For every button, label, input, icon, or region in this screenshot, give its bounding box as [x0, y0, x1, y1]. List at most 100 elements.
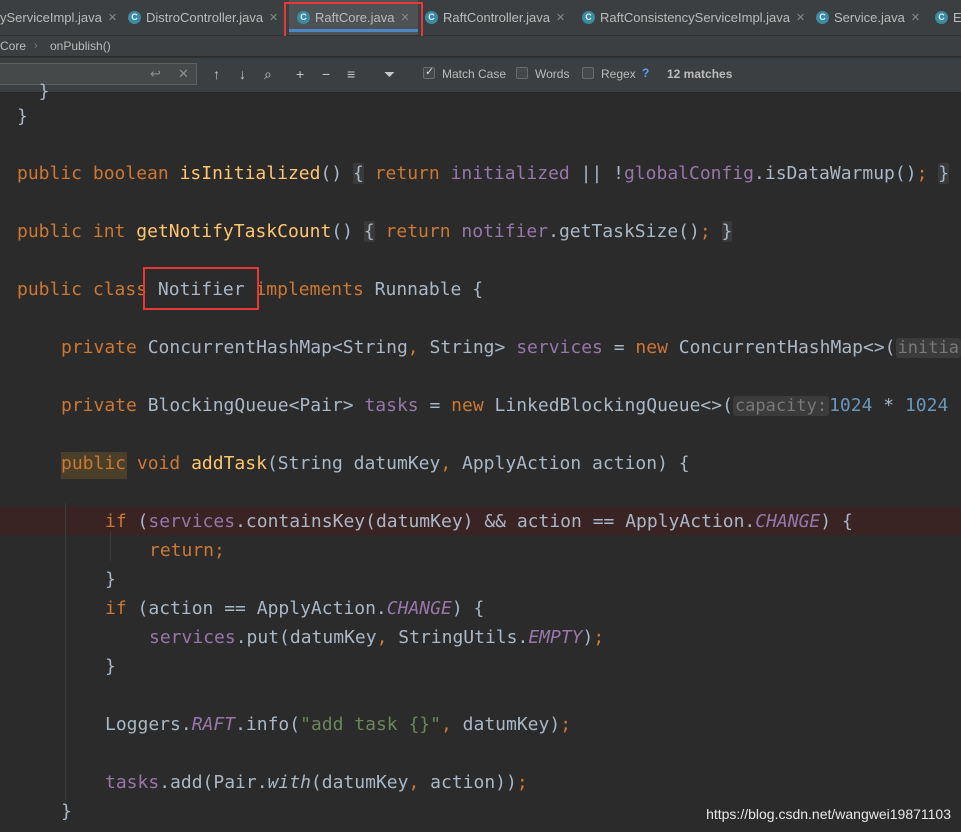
arrow-down-icon[interactable]: ↓ — [239, 66, 246, 82]
field: notifier — [461, 221, 549, 242]
match-case-checkbox[interactable] — [423, 65, 435, 79]
code-text: datumKey) — [451, 714, 561, 735]
code-line: if (action == ApplyAction.CHANGE) { — [105, 595, 484, 622]
tab-raftcontroller[interactable]: C RaftController.java ✕ — [425, 0, 565, 35]
arrow-up-icon[interactable]: ↑ — [213, 66, 220, 82]
tab-label: Service.java — [834, 10, 905, 25]
tab-yserviceimpl[interactable]: yServiceImpl.java ✕ — [0, 0, 117, 35]
code-text: } — [17, 81, 50, 102]
code-line: private BlockingQueue<Pair> tasks = new … — [61, 392, 948, 419]
keyword: if — [105, 511, 127, 532]
code-line: } — [17, 103, 28, 130]
close-icon[interactable]: ✕ — [108, 11, 117, 24]
close-icon[interactable]: ✕ — [400, 11, 409, 24]
keyword: int — [92, 221, 126, 242]
fold-brace[interactable]: { — [363, 221, 375, 242]
number-literal: 1024 — [829, 395, 873, 416]
semicolon: ; — [560, 714, 572, 735]
tab-label: RaftController.java — [443, 10, 550, 25]
tab-raftconsistencyserviceimpl[interactable]: C RaftConsistencyServiceImpl.java ✕ — [582, 0, 805, 35]
constant: EMPTY — [528, 627, 583, 648]
constant: CHANGE — [386, 598, 452, 619]
code-text: action)) — [419, 772, 517, 793]
class-icon: C — [425, 11, 438, 24]
indent-guide — [110, 531, 111, 561]
regex-checkbox[interactable] — [582, 67, 594, 79]
filter-icon[interactable]: ⏷ — [384, 66, 395, 82]
indent-guide — [65, 503, 66, 823]
field: globalConfig — [623, 163, 755, 184]
code-text: (String datumKey — [266, 453, 441, 474]
code-line: } — [61, 798, 72, 825]
code-text: } — [17, 106, 28, 127]
close-icon[interactable]: ✕ — [796, 11, 805, 24]
keyword: private — [61, 395, 137, 416]
watermark: https://blog.csdn.net/wangwei19871103 — [706, 806, 951, 822]
close-icon[interactable]: ✕ — [911, 11, 920, 24]
code-text: = — [418, 395, 452, 416]
code-text: .info( — [235, 714, 301, 735]
code-text: () — [331, 221, 353, 242]
keyword: void — [136, 453, 181, 474]
keyword: public — [17, 279, 83, 300]
find-bar: ↩ ✕ ↑ ↓ ⌕ + − ≡ ⏷ Match Case Words Regex… — [0, 57, 961, 93]
comma: , — [376, 627, 388, 648]
static-method: with — [267, 772, 311, 793]
keyword: private — [61, 337, 137, 358]
words-label: Words — [535, 67, 570, 81]
field: tasks — [105, 772, 160, 793]
code-text: .isDataWarmup() — [754, 163, 917, 184]
remove-selection-icon[interactable]: − — [322, 66, 330, 82]
code-text: ) { — [451, 598, 485, 619]
fold-brace[interactable]: { — [353, 163, 364, 184]
fold-brace[interactable]: } — [938, 163, 950, 184]
chevron-right-icon: › — [34, 40, 38, 52]
tab-service[interactable]: C Service.java ✕ — [816, 0, 920, 35]
class-icon: C — [816, 11, 829, 24]
code-text: ) — [582, 627, 594, 648]
code-text: || ! — [569, 163, 624, 184]
code-line: Loggers.RAFT.info("add task {}", datumKe… — [105, 711, 571, 738]
code-text: } — [105, 569, 116, 590]
breadcrumb-item-method[interactable]: onPublish() — [50, 36, 111, 56]
code-text: ConcurrentHashMap<>( — [678, 337, 896, 358]
string-literal: "add task {}" — [300, 714, 441, 735]
keyword: return — [385, 221, 451, 242]
keyword: public — [17, 163, 83, 184]
regex-help-link[interactable]: ? — [642, 66, 649, 80]
code-line: } — [17, 78, 50, 105]
find-all-icon[interactable]: ⌕ — [264, 66, 272, 82]
fold-brace[interactable]: } — [721, 221, 733, 242]
code-editor[interactable]: } } public boolean isInitialized() { ret… — [0, 81, 961, 832]
breadcrumb-item-class[interactable]: Core — [0, 36, 26, 56]
code-text: String> — [429, 337, 517, 358]
add-selection-icon[interactable]: + — [296, 66, 304, 82]
class-icon: C — [297, 11, 310, 24]
code-text: ConcurrentHashMap<String — [147, 337, 408, 358]
keyword: if — [105, 598, 127, 619]
select-all-occurrences-icon[interactable]: ≡ — [347, 66, 355, 82]
match-count: 12 matches — [667, 67, 733, 81]
close-icon[interactable]: ✕ — [269, 11, 278, 24]
keyword: implements — [255, 279, 364, 300]
code-line: public void addTask(String datumKey, App… — [61, 450, 690, 477]
tab-ev[interactable]: C Ev — [935, 0, 961, 35]
method-name: getNotifyTaskCount — [136, 221, 332, 242]
field: services — [516, 337, 603, 358]
code-line: if (services.containsKey(datumKey) && ac… — [105, 508, 853, 535]
parameter-hint: initia — [895, 338, 961, 358]
semicolon: ; — [699, 221, 711, 242]
regex-label: Regex — [601, 67, 636, 81]
keyword: boolean — [92, 163, 169, 184]
newline-icon[interactable]: ↩ — [150, 66, 161, 82]
keyword: public — [17, 221, 83, 242]
words-checkbox[interactable] — [516, 67, 528, 79]
tab-distrocontroller[interactable]: C DistroController.java ✕ — [128, 0, 278, 35]
close-icon[interactable]: ✕ — [556, 11, 565, 24]
code-text: .getTaskSize() — [548, 221, 700, 242]
tab-label: Ev — [953, 10, 961, 25]
code-text: .add(Pair. — [159, 772, 268, 793]
tab-raftcore[interactable]: C RaftCore.java ✕ — [289, 0, 418, 35]
parameter-hint: capacity: — [732, 396, 830, 416]
clear-icon[interactable]: ✕ — [178, 66, 189, 82]
